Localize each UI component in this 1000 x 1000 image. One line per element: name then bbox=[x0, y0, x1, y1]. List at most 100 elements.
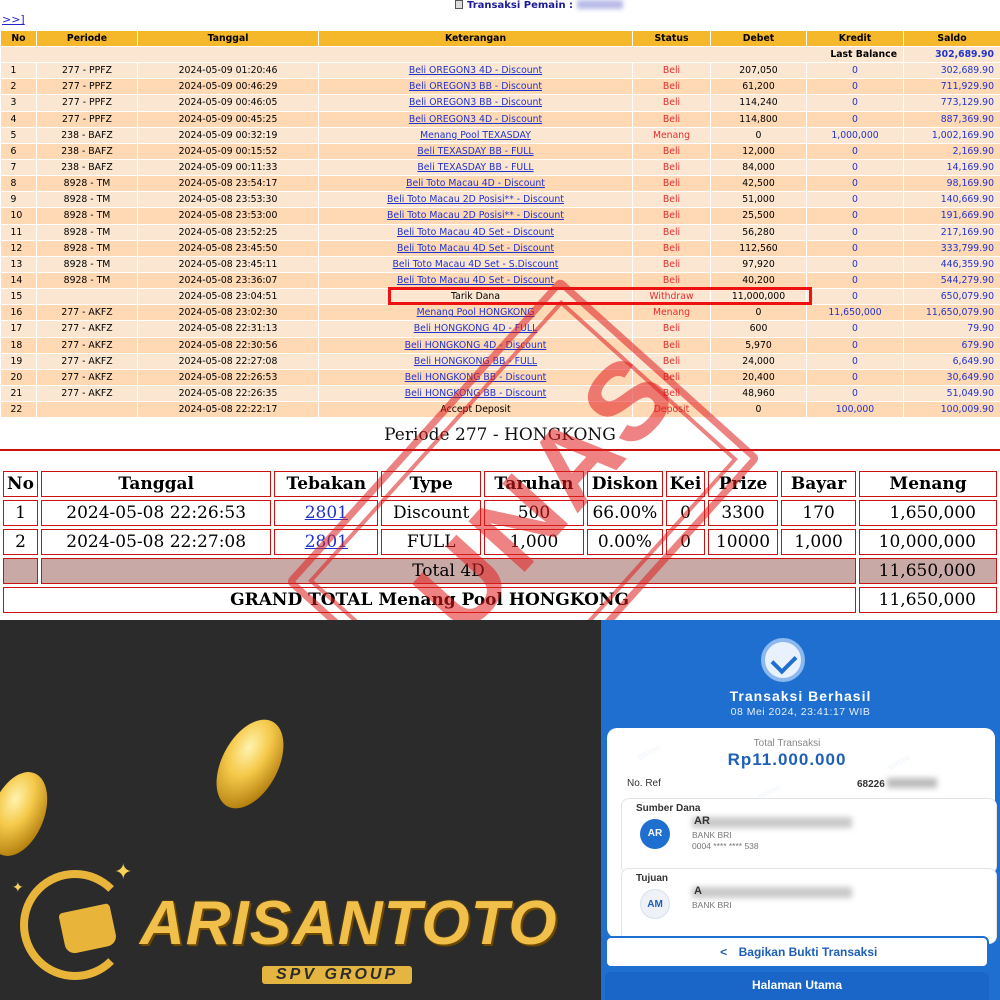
transaction-row: 13 8928 - TM 2024-05-08 23:45:11 Beli Toto … bbox=[0, 256, 1000, 273]
row-periode bbox=[36, 401, 138, 419]
row-number: 18 bbox=[0, 337, 37, 354]
description-link[interactable]: Menang Pool TEXASDAY bbox=[420, 130, 531, 141]
transaction-row: 8 8928 - TM 2024-05-08 23:54:17 Beli Toto M… bbox=[0, 175, 1000, 193]
row-description: Beli HONGKONG 4D - FULL bbox=[318, 320, 633, 338]
guess-link[interactable]: 2801 bbox=[305, 503, 348, 523]
recipient-avatar: AM bbox=[640, 889, 670, 919]
reference-value: 68226 bbox=[857, 778, 937, 790]
last-balance-label: Last Balance bbox=[0, 46, 904, 64]
row-description: Menang Pool HONGKONG bbox=[318, 304, 633, 322]
row-balance: 191,669.90 bbox=[903, 207, 1000, 225]
row-balance: 333,799.90 bbox=[903, 240, 1000, 257]
tx-column-header: Saldo bbox=[903, 30, 1000, 47]
brand-subtitle: SPV GROUP bbox=[262, 966, 413, 984]
share-receipt-label: Bagikan Bukti Transaksi bbox=[738, 945, 878, 959]
transaction-row: 18 277 - AKFZ 2024-05-08 22:30:56 Beli HONG… bbox=[0, 337, 1000, 354]
sender-name-redacted bbox=[692, 817, 852, 828]
reference-redacted bbox=[886, 778, 937, 788]
row-credit: 0 bbox=[806, 272, 904, 290]
description-link[interactable]: Beli Toto Macau 4D Set - S.Discount bbox=[393, 259, 559, 270]
row-status: Beli bbox=[632, 175, 711, 193]
row-credit: 0 bbox=[806, 337, 904, 354]
transaction-row: 20 277 - AKFZ 2024-05-08 22:26:53 Beli HONG… bbox=[0, 369, 1000, 386]
row-balance: 217,169.90 bbox=[903, 224, 1000, 241]
row-number: 15 bbox=[0, 288, 37, 306]
win-cell-taruhan: 1,000 bbox=[484, 529, 584, 555]
win-cell-prize: 10000 bbox=[708, 529, 778, 555]
description-link[interactable]: Beli OREGON3 4D - Discount bbox=[409, 114, 542, 125]
description-link[interactable]: Beli OREGON3 BB - Discount bbox=[409, 97, 542, 108]
sender-avatar: AR bbox=[640, 819, 670, 849]
row-date: 2024-05-09 00:15:52 bbox=[137, 143, 319, 160]
page-title-text: Transaksi Pemain : bbox=[467, 0, 574, 11]
row-description: Beli TEXASDAY BB - FULL bbox=[318, 159, 633, 177]
description-link[interactable]: Beli OREGON3 BB - Discount bbox=[409, 81, 542, 92]
win-column-header: Kei bbox=[665, 471, 706, 497]
row-number: 12 bbox=[0, 240, 37, 257]
transaction-header-row: No Periode Tanggal Keterangan Status Debet Kre… bbox=[0, 30, 1000, 47]
total-row: Total 4D 11,650,000 bbox=[3, 558, 997, 584]
description-link[interactable]: Beli TEXASDAY BB - FULL bbox=[417, 146, 533, 157]
withdraw-highlight-box bbox=[388, 287, 812, 305]
row-description: Beli TEXASDAY BB - FULL bbox=[318, 143, 633, 160]
share-receipt-button[interactable]: < Bagikan Bukti Transaksi bbox=[605, 936, 989, 968]
description-link[interactable]: Beli HONGKONG 4D - FULL bbox=[414, 323, 538, 334]
description-link[interactable]: Beli HONGKONG 4D - Discount bbox=[405, 340, 547, 351]
description-link[interactable]: Beli HONGKONG BB - Discount bbox=[405, 372, 547, 383]
win-column-header: Tebakan bbox=[274, 471, 379, 497]
sender-bank: BANK BRI bbox=[692, 830, 732, 840]
description-link[interactable]: Beli HONGKONG BB - FULL bbox=[414, 356, 537, 367]
row-debit: 24,000 bbox=[710, 353, 807, 370]
row-date: 2024-05-08 22:27:08 bbox=[137, 353, 319, 370]
guess-link[interactable]: 2801 bbox=[305, 532, 348, 552]
row-debit: 600 bbox=[710, 320, 807, 338]
row-date: 2024-05-08 22:31:13 bbox=[137, 320, 319, 338]
row-periode: 8928 - TM bbox=[36, 191, 138, 209]
row-periode bbox=[36, 288, 138, 306]
row-credit: 0 bbox=[806, 207, 904, 225]
description-link[interactable]: Beli Toto Macau 4D - Discount bbox=[406, 178, 545, 189]
last-balance-value: 302,689.90 bbox=[903, 46, 1000, 64]
recipient-name: A bbox=[694, 885, 702, 897]
win-cell-bayar: 1,000 bbox=[781, 529, 857, 555]
row-status: Menang bbox=[632, 304, 711, 322]
row-status: Beli bbox=[632, 191, 711, 209]
description-link[interactable]: Beli Toto Macau 4D Set - Discount bbox=[397, 243, 554, 254]
row-number: 14 bbox=[0, 272, 37, 290]
nav-back-link[interactable]: >>] bbox=[2, 13, 25, 26]
description-link[interactable]: Beli Toto Macau 2D Posisi** - Discount bbox=[387, 210, 564, 221]
description-link[interactable]: Menang Pool HONGKONG bbox=[417, 307, 535, 318]
row-description: Beli OREGON3 BB - Discount bbox=[318, 94, 633, 112]
description-link[interactable]: Beli HONGKONG BB - Discount bbox=[405, 388, 547, 399]
tx-column-header: Kredit bbox=[806, 30, 904, 47]
row-credit: 0 bbox=[806, 143, 904, 160]
row-balance: 650,079.90 bbox=[903, 288, 1000, 306]
row-balance: 100,009.90 bbox=[903, 401, 1000, 419]
row-balance: 30,649.90 bbox=[903, 369, 1000, 386]
row-description: Beli Toto Macau 4D Set - S.Discount bbox=[318, 256, 633, 273]
cup-icon bbox=[58, 903, 118, 955]
row-credit: 0 bbox=[806, 62, 904, 80]
row-status: Beli bbox=[632, 111, 711, 128]
top-header: >>] Transaksi Pemain : bbox=[0, 0, 1000, 30]
transaction-table: No Periode Tanggal Keterangan Status Debet Kre… bbox=[0, 30, 1000, 419]
row-status: Beli bbox=[632, 320, 711, 338]
row-description: Beli Toto Macau 4D Set - Discount bbox=[318, 224, 633, 241]
description-link[interactable]: Beli TEXASDAY BB - FULL bbox=[417, 162, 533, 173]
row-debit: 5,970 bbox=[710, 337, 807, 354]
home-button[interactable]: Halaman Utama bbox=[605, 972, 989, 1000]
description-link[interactable]: Beli OREGON3 4D - Discount bbox=[409, 65, 542, 76]
star-icon: ✦ bbox=[114, 860, 133, 885]
row-debit: 114,800 bbox=[710, 111, 807, 128]
transaction-row: 4 277 - PPFZ 2024-05-09 00:45:25 Beli OREGO… bbox=[0, 111, 1000, 128]
row-number: 5 bbox=[0, 127, 37, 144]
description-link[interactable]: Beli Toto Macau 2D Posisi** - Discount bbox=[387, 194, 564, 205]
row-number: 2 bbox=[0, 78, 37, 96]
total-transaction-label: Total Transaksi bbox=[753, 738, 821, 749]
description-link[interactable]: Beli Toto Macau 4D Set - Discount bbox=[397, 227, 554, 238]
description-link[interactable]: Beli Toto Macau 4D Set - Discount bbox=[397, 275, 554, 286]
receipt-card: BRImo BRImo BRImo BRImo Total Transaksi … bbox=[607, 728, 997, 944]
row-status: Beli bbox=[632, 159, 711, 177]
win-column-header: Menang bbox=[859, 471, 997, 497]
row-debit: 207,050 bbox=[710, 62, 807, 80]
